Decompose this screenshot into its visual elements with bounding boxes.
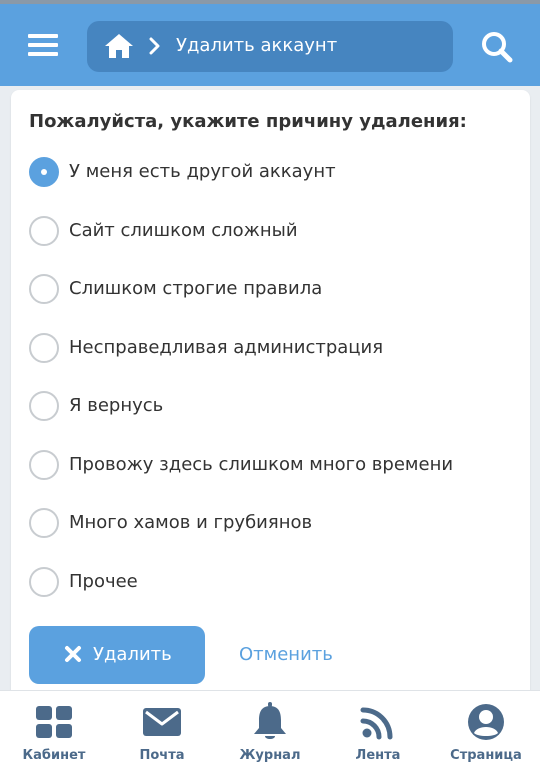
delete-button[interactable]: Удалить — [29, 626, 205, 684]
nav-item-journal[interactable]: Журнал — [216, 691, 324, 776]
radio-button[interactable] — [29, 391, 59, 421]
user-profile-icon — [468, 704, 504, 740]
reason-option[interactable]: Слишком строгие правила — [27, 271, 517, 330]
reason-option[interactable]: Много хамов и грубиянов — [27, 505, 517, 564]
reason-option-label: Я вернусь — [69, 395, 164, 416]
reason-option-label: Слишком строгие правила — [69, 278, 323, 299]
nav-item-label: Кабинет — [22, 748, 86, 763]
nav-item-mail[interactable]: Почта — [108, 691, 216, 776]
home-icon[interactable] — [104, 33, 134, 59]
radio-button[interactable] — [29, 274, 59, 304]
reason-option-label: Сайт слишком сложный — [69, 219, 298, 241]
mail-icon — [143, 708, 181, 736]
close-x-icon — [65, 646, 81, 662]
delete-button-label: Удалить — [93, 644, 172, 665]
bell-icon — [254, 702, 286, 739]
reason-option-label: Несправедливая администрация — [69, 336, 384, 358]
nav-item-label: Журнал — [239, 748, 301, 763]
reason-option[interactable]: Несправедливая администрация — [27, 330, 517, 389]
nav-item-cabinet[interactable]: Кабинет — [0, 691, 108, 776]
bottom-navigation: Кабинет Почта Журнал Лента Страница — [0, 690, 540, 776]
page-title: Удалить аккаунт — [176, 35, 338, 56]
radio-button[interactable] — [29, 157, 59, 187]
radio-button[interactable] — [29, 566, 59, 597]
chevron-right-icon — [149, 37, 160, 55]
reason-option-label: Провожу здесь слишком много времени — [69, 453, 454, 475]
rss-feed-icon — [360, 707, 393, 740]
nav-item-feed[interactable]: Лента — [324, 691, 432, 776]
radio-button[interactable] — [29, 215, 59, 246]
hamburger-menu-icon[interactable] — [16, 24, 62, 66]
reason-option-label: У меня есть другой аккаунт — [69, 161, 336, 182]
nav-item-label: Почта — [139, 748, 185, 763]
reason-option[interactable]: Провожу здесь слишком много времени — [27, 447, 517, 506]
search-icon[interactable] — [474, 26, 520, 68]
reason-option[interactable]: Я вернусь — [27, 388, 517, 447]
reason-option[interactable]: Сайт слишком сложный — [27, 213, 517, 272]
nav-item-label: Лента — [355, 748, 401, 763]
radio-button[interactable] — [29, 449, 59, 480]
radio-button[interactable] — [29, 508, 59, 538]
cancel-link[interactable]: Отменить — [239, 643, 333, 667]
nav-item-page[interactable]: Страница — [432, 691, 540, 776]
breadcrumb[interactable]: Удалить аккаунт — [87, 21, 453, 72]
reason-question: Пожалуйста, укажите причину удаления: — [29, 111, 467, 132]
nav-item-label: Страница — [450, 748, 522, 763]
reason-options: У меня есть другой аккаунт Сайт слишком … — [27, 154, 517, 622]
reason-option[interactable]: Прочее — [27, 564, 517, 623]
reason-option[interactable]: У меня есть другой аккаунт — [27, 154, 517, 213]
reason-option-label: Прочее — [69, 570, 138, 592]
grid-icon — [36, 706, 72, 738]
top-bar: Удалить аккаунт — [0, 4, 540, 86]
reason-option-label: Много хамов и грубиянов — [69, 512, 313, 533]
radio-button[interactable] — [29, 332, 59, 363]
delete-account-card: Пожалуйста, укажите причину удаления: У … — [11, 90, 530, 700]
